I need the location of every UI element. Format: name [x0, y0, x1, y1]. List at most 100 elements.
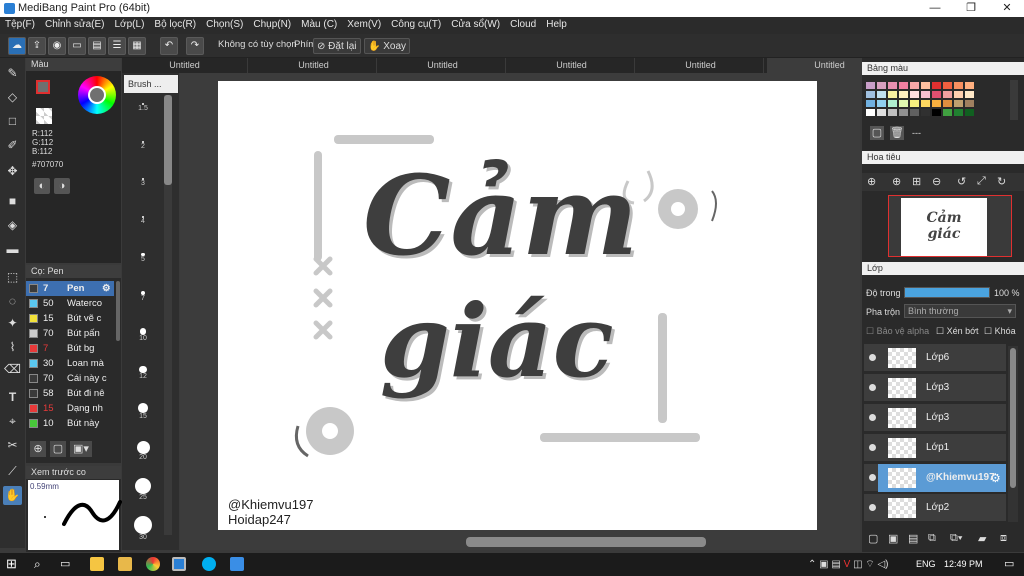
notification-icon[interactable]: ▭ [1004, 557, 1014, 570]
new-8bit-layer-icon[interactable]: ▤ [908, 532, 918, 545]
palette-settings-icon[interactable]: ◑ [54, 178, 70, 194]
duplicate-layer-icon[interactable]: ⧉ [928, 532, 936, 545]
palette-swatch[interactable] [888, 109, 897, 116]
flip-icon[interactable]: ⤢ [977, 175, 986, 188]
grid-icon[interactable]: ▦ [128, 37, 146, 55]
foreground-swatch[interactable] [36, 80, 50, 94]
menu-edit[interactable]: Chỉnh sửa(E) [40, 17, 110, 32]
menu-snap[interactable]: Chụp(N) [248, 17, 296, 32]
brush-item[interactable]: 15 Dạng nh [26, 401, 114, 416]
zalo-icon[interactable] [230, 557, 244, 571]
palette-swatch[interactable] [899, 100, 908, 107]
visibility-icon[interactable] [869, 414, 876, 421]
palette-swatch[interactable] [877, 91, 886, 98]
palette-swatch[interactable] [910, 100, 919, 107]
pen-tool-icon[interactable]: ✐ [3, 136, 22, 155]
brush-size-option[interactable]: 10 [128, 328, 158, 343]
divide-tool-icon[interactable]: ✂ [3, 436, 22, 455]
select-eraser-icon[interactable]: ⌫ [3, 360, 22, 379]
comment-icon[interactable]: ▭ [68, 37, 86, 55]
palette-swatch[interactable] [943, 82, 952, 89]
brush-item[interactable]: 58 Bút đi nê [26, 386, 114, 401]
protect-alpha-checkbox[interactable]: ☐ Bảo vệ alpha [866, 326, 929, 337]
navigator-viewport[interactable]: Cảm giác [888, 195, 1012, 257]
new-brush-icon[interactable]: ▢ [50, 441, 66, 457]
palette-swatch[interactable] [943, 109, 952, 116]
brush-tool-icon[interactable]: ✎ [3, 64, 22, 83]
brush-item[interactable]: 30 Loan mà [26, 356, 114, 371]
undo-icon[interactable]: ↶ [160, 37, 178, 55]
palette-swatch[interactable] [954, 100, 963, 107]
brush-size-option[interactable]: 4 [128, 215, 158, 227]
new-layer-icon[interactable]: ▢ [868, 532, 878, 545]
select-pen-icon[interactable]: ⌇ [3, 338, 22, 357]
palette-swatch[interactable] [932, 91, 941, 98]
hand-tool-icon[interactable]: ✋ [3, 486, 22, 505]
list-icon[interactable]: ☰ [108, 37, 126, 55]
layer-row[interactable]: Lớp3 [864, 374, 1006, 402]
add-brush-icon[interactable]: ⊕ [30, 441, 46, 457]
transparent-swatch[interactable] [36, 108, 52, 124]
select-tool-icon[interactable]: ⬚ [3, 268, 22, 287]
palette-swatch[interactable] [965, 109, 974, 116]
menu-tools[interactable]: Công cụ(T) [386, 17, 446, 32]
folder-icon[interactable]: ▰ [978, 532, 986, 545]
clock[interactable]: 12:49 PM [944, 559, 983, 569]
brush-size-option[interactable]: 3 [128, 178, 158, 188]
medibang-icon[interactable] [172, 557, 186, 571]
palette-swatch[interactable] [899, 91, 908, 98]
palette-swatch[interactable] [954, 82, 963, 89]
menu-filter[interactable]: Bộ lọc(R) [149, 17, 201, 32]
tab-4[interactable]: Untitled [509, 58, 635, 73]
layer-row[interactable]: Lớp1 [864, 434, 1006, 462]
visibility-icon[interactable] [869, 384, 876, 391]
size-scrollbar[interactable] [164, 95, 172, 535]
palette-swatch[interactable] [910, 109, 919, 116]
add-swatch-icon[interactable]: ▢ [870, 126, 884, 140]
language-indicator[interactable]: ENG [916, 559, 936, 569]
layer-menu-icon[interactable]: ⧉▾ [950, 532, 962, 545]
store-icon[interactable] [90, 557, 104, 571]
menu-color[interactable]: Màu (C) [296, 17, 342, 32]
zoom-in-alt-icon[interactable]: ⊕ [892, 175, 901, 188]
layer-copy-icon[interactable]: ⧈ [1000, 532, 1007, 545]
eyedropper-tool-icon[interactable]: ⟋ [3, 462, 22, 481]
menu-layer[interactable]: Lớp(L) [110, 17, 150, 32]
palette-swatch[interactable] [866, 82, 875, 89]
brush-size-option[interactable]: 1.5 [128, 103, 158, 113]
fill-rect-tool-icon[interactable]: ■ [3, 192, 22, 211]
opacity-slider[interactable] [904, 287, 990, 298]
tray-icons[interactable]: ⌃ ▣ ▤ V ◫ ⌔ ◁) [808, 558, 889, 571]
brush-size-option[interactable]: 5 [128, 253, 158, 264]
palette-swatch[interactable] [910, 91, 919, 98]
palette-swatch[interactable] [921, 91, 930, 98]
brush-scrollbar[interactable] [116, 281, 120, 341]
skype-icon[interactable] [202, 557, 216, 571]
share-icon[interactable]: ⇪ [28, 37, 46, 55]
visibility-icon[interactable] [869, 354, 876, 361]
palette-swatch[interactable] [932, 100, 941, 107]
visibility-icon[interactable] [869, 474, 876, 481]
eraser-tool-icon[interactable]: ◇ [3, 88, 22, 107]
palette-swatch[interactable] [932, 82, 941, 89]
layers-scrollbar[interactable] [1008, 346, 1018, 522]
brush-item[interactable]: 10 Bút này [26, 416, 114, 431]
palette-swatch[interactable] [965, 82, 974, 89]
reset-button[interactable]: ⊘ Đặt lại [313, 38, 361, 54]
move-tool-icon[interactable]: ✥ [3, 162, 22, 181]
chat-icon[interactable]: ◉ [48, 37, 66, 55]
blend-select[interactable]: Bình thường ▾ [904, 304, 1016, 318]
brush-item[interactable]: 70 Cái này c [26, 371, 114, 386]
rotate-right-icon[interactable]: ↻ [997, 175, 1006, 188]
close-button[interactable]: ✕ [990, 0, 1024, 17]
color-wheel[interactable] [78, 76, 116, 114]
gradient-tool-icon[interactable]: ▬ [3, 240, 22, 259]
layer-row[interactable]: Lớp3 [864, 404, 1006, 432]
brush-item[interactable]: 15 Bút vẽ c [26, 311, 114, 326]
palette-swatch[interactable] [921, 82, 930, 89]
trash-icon[interactable]: 🗑 [890, 126, 904, 140]
brush-item[interactable]: 7 Bút bg [26, 341, 114, 356]
minimize-button[interactable]: — [918, 0, 952, 17]
clip-checkbox[interactable]: ☐ Xén bớt [936, 326, 979, 337]
brush-size-option[interactable]: 20 [128, 440, 158, 462]
